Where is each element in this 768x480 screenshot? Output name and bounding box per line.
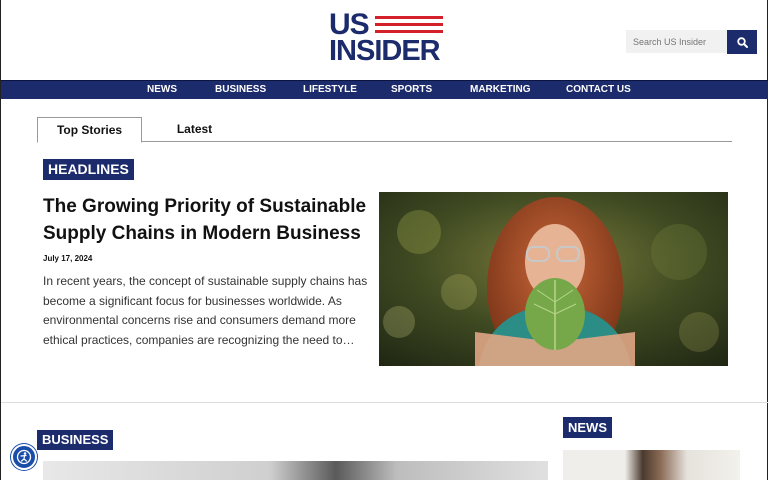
logo-insider-text: INSIDER xyxy=(329,35,441,67)
nav-contact-us[interactable]: CONTACT US xyxy=(566,81,631,100)
leaf-photo-illustration xyxy=(379,192,728,366)
site-header: US INSIDER xyxy=(1,0,768,80)
featured-headline[interactable]: The Growing Priority of Sustainable Supp… xyxy=(43,193,373,247)
tab-latest[interactable]: Latest xyxy=(162,117,227,142)
tab-top-stories[interactable]: Top Stories xyxy=(37,117,142,143)
news-section-badge: NEWS xyxy=(563,417,612,438)
accessibility-icon xyxy=(16,449,32,465)
search-icon xyxy=(736,36,748,48)
logo-flag-stripes xyxy=(375,16,443,36)
nav-business[interactable]: BUSINESS xyxy=(215,81,266,100)
search-input[interactable] xyxy=(626,30,727,53)
section-divider xyxy=(1,402,768,403)
featured-excerpt: In recent years, the concept of sustaina… xyxy=(43,274,368,347)
news-article-image[interactable] xyxy=(563,450,740,480)
main-nav: NEWS BUSINESS LIFESTYLE SPORTS MARKETING… xyxy=(1,80,768,99)
business-article-image[interactable] xyxy=(43,461,548,480)
headlines-badge: HEADLINES xyxy=(43,159,134,180)
featured-image[interactable] xyxy=(379,192,728,366)
accessibility-button[interactable] xyxy=(11,444,37,470)
nav-news[interactable]: NEWS xyxy=(147,81,177,100)
nav-sports[interactable]: SPORTS xyxy=(391,81,432,100)
business-section-badge: BUSINESS xyxy=(37,430,114,450)
search-button[interactable] xyxy=(727,30,757,54)
nav-marketing[interactable]: MARKETING xyxy=(470,81,531,100)
featured-date: July 17, 2024 xyxy=(43,254,93,263)
nav-lifestyle[interactable]: LIFESTYLE xyxy=(303,81,357,100)
search-form xyxy=(626,30,757,54)
site-logo[interactable]: US INSIDER xyxy=(329,10,443,67)
story-tabs: Top Stories Latest xyxy=(37,117,732,143)
